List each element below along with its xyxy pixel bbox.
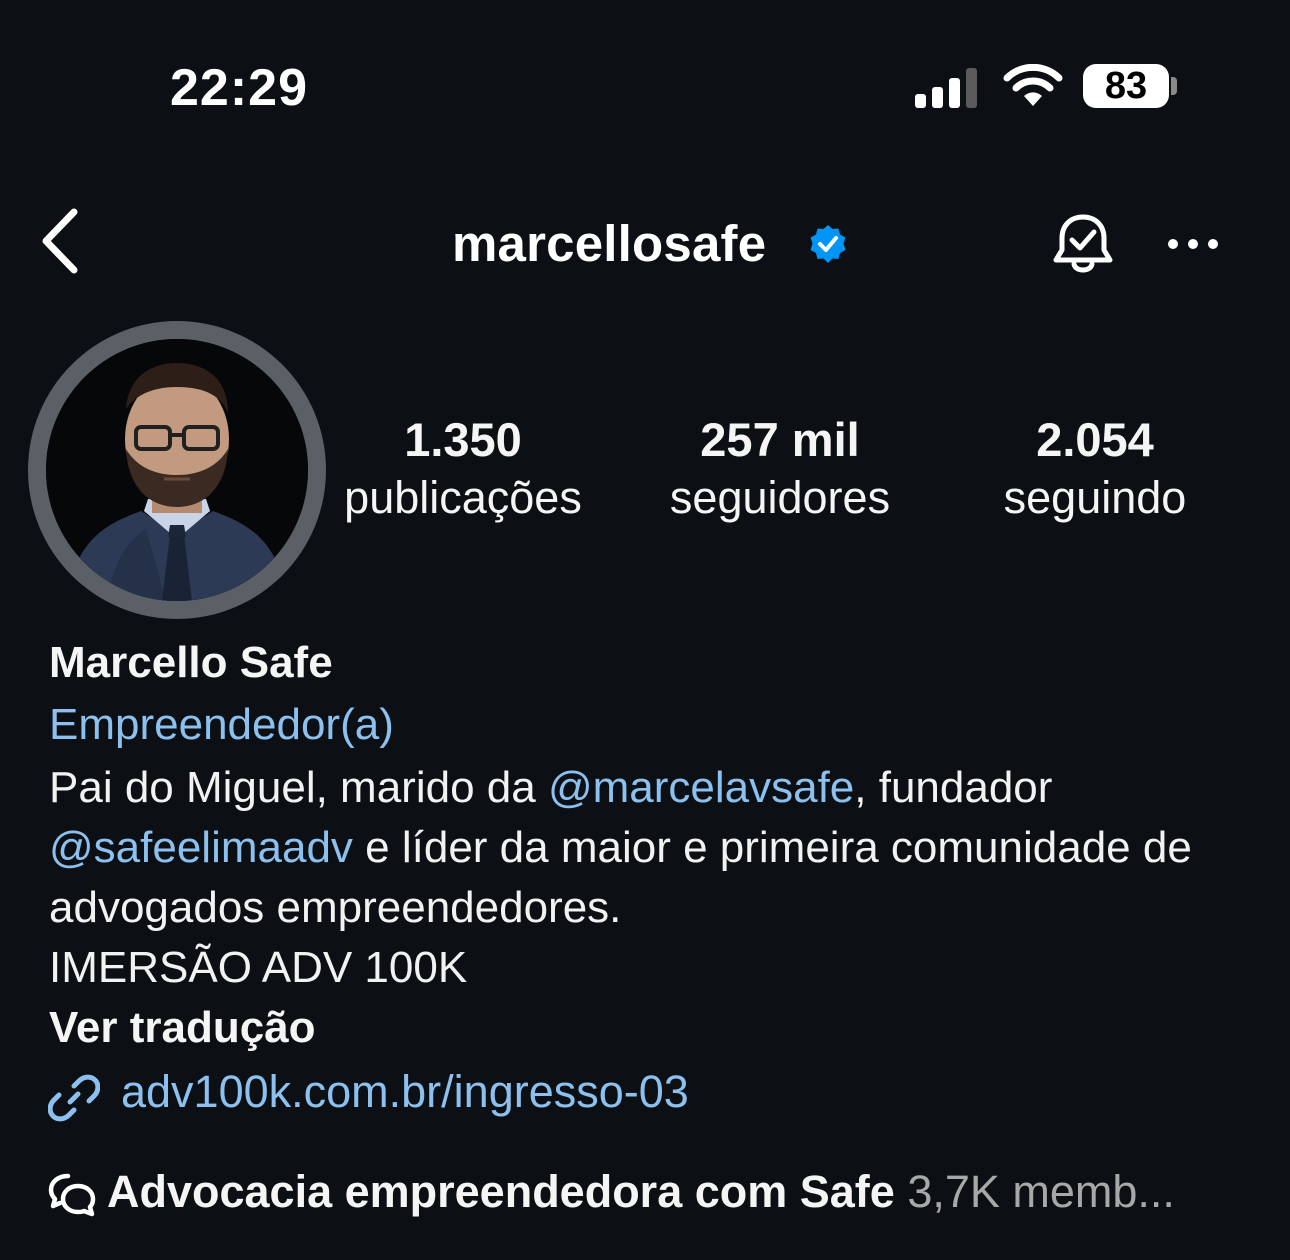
back-chevron-icon[interactable] [36, 206, 84, 276]
profile-full-name: Marcello Safe [49, 638, 333, 687]
battery-icon: 83 [1083, 64, 1169, 108]
verified-badge-icon [810, 225, 846, 263]
battery-nub [1171, 77, 1177, 95]
stat-following-value: 2.054 [1036, 413, 1154, 466]
battery-level: 83 [1104, 64, 1148, 107]
profile-username: marcellosafe [452, 215, 767, 272]
stat-posts-label: publicações [344, 472, 582, 523]
bio-mention-safeelimaadv[interactable]: @safeelimaadv [49, 823, 353, 872]
see-translation-button[interactable]: Ver tradução [49, 1003, 316, 1053]
community-chat-icon [48, 1173, 96, 1217]
stat-followers[interactable]: 257 mil seguidores [630, 412, 930, 528]
stat-following[interactable]: 2.054 seguindo [945, 412, 1245, 528]
bio-text: IMERSÃO ADV 100K [49, 943, 468, 992]
community-members: 3,7K memb... [907, 1166, 1175, 1217]
stat-posts-value: 1.350 [404, 413, 522, 466]
community-channel[interactable]: Advocacia empreendedora com Safe 3,7K me… [107, 1166, 1247, 1218]
stat-posts[interactable]: 1.350 publicações [313, 412, 613, 528]
avatar[interactable] [46, 339, 308, 601]
stat-followers-label: seguidores [669, 472, 891, 523]
wifi-icon [1003, 64, 1063, 106]
link-icon [48, 1074, 100, 1122]
community-name: Advocacia empreendedora com Safe [107, 1166, 895, 1217]
stat-followers-value: 257 mil [700, 413, 860, 466]
more-options-icon[interactable] [1166, 236, 1220, 252]
profile-bio: Pai do Miguel, marido da @marcelavsafe, … [49, 758, 1259, 998]
notification-bell-icon[interactable] [1050, 212, 1116, 278]
bio-text: , fundador [854, 763, 1053, 812]
profile-category: Empreendedor(a) [49, 700, 394, 749]
stat-following-label: seguindo [1003, 472, 1187, 523]
bio-text: Pai do Miguel, marido da [49, 763, 548, 812]
status-time: 22:29 [170, 59, 308, 117]
avatar-portrait [46, 339, 308, 601]
cellular-signal-icon [915, 68, 977, 108]
bio-mention-marcelavsafe[interactable]: @marcelavsafe [548, 763, 854, 812]
profile-link[interactable]: adv100k.com.br/ingresso-03 [121, 1066, 689, 1118]
